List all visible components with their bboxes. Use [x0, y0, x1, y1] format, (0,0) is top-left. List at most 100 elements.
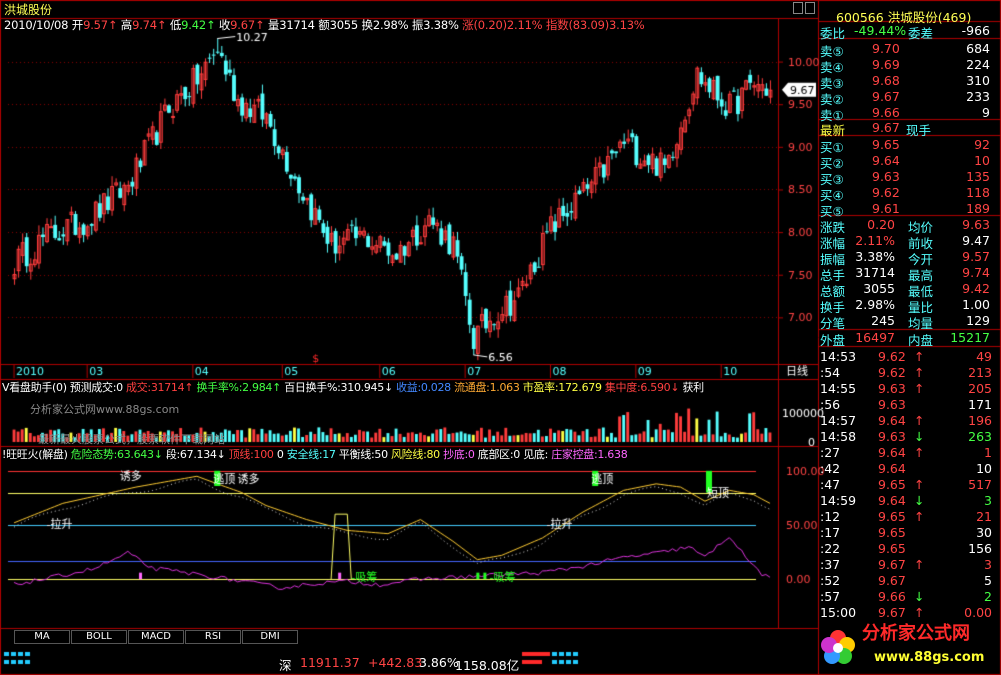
info-idx: (83.09) [568, 18, 610, 32]
status-change: +442.83 [368, 655, 423, 670]
indicator2-item: 庄家控盘:1.638 [551, 448, 628, 461]
weibi-row: 委比 -49.44% 委差 -966 [820, 23, 990, 41]
indicator2-item: 0 [276, 448, 287, 461]
tick-price: 9.67 [878, 557, 906, 572]
stat-val1: 3.38% [855, 249, 895, 264]
tick-price: 9.64 [878, 413, 906, 428]
tick-vol: 517 [968, 477, 992, 492]
stat-val2: 9.74 [962, 265, 990, 280]
tab-ma[interactable]: MA [14, 630, 70, 644]
tick-price: 9.64 [878, 461, 906, 476]
bid-row: 买④ 9.62 118 [820, 185, 990, 203]
indicator2-header[interactable]: !旺旺火(解盘) 危险态势:63.643↓ 段:67.134↓ 顶线:100 0… [2, 448, 628, 461]
ask-row: 卖⑤ 9.70 684 [820, 41, 990, 59]
bid-row: 买⑤ 9.61 189 [820, 201, 990, 219]
tab-dmi[interactable]: DMI [242, 630, 298, 644]
tick-price: 9.62 [878, 365, 906, 380]
tick-vol: 196 [968, 413, 992, 428]
tick-row: :52 9.67 5 [820, 573, 992, 589]
indicator2-item: 抄底:0 [443, 448, 478, 461]
tick-vol: 49 [976, 349, 992, 364]
indicator1-header[interactable]: V看盘助手(0) 预测成交:0 成交:31714↑ 换手率%:2.984↑ 百日… [2, 382, 704, 393]
tick-vol: 21 [976, 509, 992, 524]
indicator1-name[interactable]: V看盘助手(0) [2, 381, 70, 394]
outer-value: 16497 [855, 330, 895, 345]
stat-val1: 31714 [855, 265, 895, 280]
last-price: 9.67 [872, 120, 900, 135]
tick-time: 14:55 [820, 381, 857, 396]
tab-macd[interactable]: MACD [128, 630, 184, 644]
tick-arrow: ↑ [914, 509, 925, 524]
close-icon[interactable] [805, 2, 815, 14]
tick-vol: 10 [976, 461, 992, 476]
tick-row: 14:59 9.64 ↓ 3 [820, 493, 992, 509]
indicator2-item: 危险态势:63.643↓ [70, 448, 166, 461]
info-vol: 31714 [279, 18, 315, 32]
ask-row: 卖② 9.67 233 [820, 89, 990, 107]
status-pct: 3.86% [419, 655, 459, 670]
ask-vol: 224 [966, 57, 990, 72]
bid-row: 买② 9.64 10 [820, 153, 990, 171]
tick-vol: 30 [976, 525, 992, 540]
indicator1-item: 成交:31714↑ [126, 381, 197, 394]
info-bar: 2010/10/08 开9.57↑ 高9.74↑ 低9.42↑ 收9.67↑ 量… [4, 18, 645, 32]
indicator2-item: 顶线:100 [228, 448, 277, 461]
indicator2-name[interactable]: !旺旺火(解盘) [2, 448, 71, 461]
status-amount: 1158.08亿 [455, 658, 520, 673]
ask-vol: 684 [966, 41, 990, 56]
window-title: 洪城股份 [4, 3, 53, 17]
tick-price: 9.65 [878, 509, 906, 524]
weicha-value: -966 [961, 23, 990, 38]
indicator2-item: 安全线:17 [286, 448, 339, 461]
tick-row: 14:58 9.63 ↓ 263 [820, 429, 992, 445]
info-open: 9.57 [83, 18, 108, 32]
indicator2-item: 风险线:80 [390, 448, 444, 461]
stat-row: 涨幅 2.11% 前收 9.47 [820, 233, 990, 251]
tick-vol: 171 [968, 397, 992, 412]
tick-time: :37 [820, 557, 841, 572]
indicator2-item: 见底: [523, 448, 552, 461]
tick-price: 9.64 [878, 493, 906, 508]
indicator1-item: 集中度:6.590↓ [604, 381, 683, 394]
tick-price: 9.63 [878, 381, 906, 396]
outer-label: 外盘 [820, 333, 846, 348]
tick-row: :27 9.64 ↑ 1 [820, 445, 992, 461]
ask-row: 卖① 9.66 9 [820, 105, 990, 123]
restore-icon[interactable] [793, 2, 803, 14]
tick-row: :12 9.65 ↑ 21 [820, 509, 992, 525]
indicator1-item: 流通盘:1.063 [454, 381, 523, 394]
tick-vol: 5 [984, 573, 992, 588]
tick-row: :57 9.66 ↓ 2 [820, 589, 992, 605]
tab-rsi[interactable]: RSI [185, 630, 241, 644]
ask-vol: 310 [966, 73, 990, 88]
tick-row: :56 9.63 171 [820, 397, 992, 413]
indicator1-item: 百日换手%:310.945↓ [284, 381, 397, 394]
stat-row: 总额 3055 最低 9.42 [820, 281, 990, 299]
ask-vol: 233 [966, 89, 990, 104]
ask-row: 卖③ 9.68 310 [820, 73, 990, 91]
weibi-label: 委比 [820, 26, 846, 41]
last-row: 最新 9.67 现手 [820, 120, 990, 138]
indicator1-item: 收益:0.028 [396, 381, 455, 394]
tick-row: 14:57 9.64 ↑ 196 [820, 413, 992, 429]
tick-arrow: ↑ [914, 557, 925, 572]
stat-row: 换手 2.98% 量比 1.00 [820, 297, 990, 315]
tick-vol: 205 [968, 381, 992, 396]
tick-time: :12 [820, 509, 841, 524]
info-amt: 3055 [329, 18, 359, 32]
tab-boll[interactable]: BOLL [71, 630, 127, 644]
ask-price: 9.68 [872, 73, 900, 88]
info-low: 9.42 [181, 18, 206, 32]
bid-vol: 189 [966, 201, 990, 216]
bid-row: 买③ 9.63 135 [820, 169, 990, 187]
outer-inner-row: 外盘 16497 内盘 15217 [820, 330, 990, 348]
tick-arrow: ↑ [914, 365, 925, 380]
tick-vol: 1 [984, 445, 992, 460]
tick-arrow: ↓ [914, 493, 925, 508]
bid-price: 9.65 [872, 137, 900, 152]
bid-price: 9.64 [872, 153, 900, 168]
watermark-line2: 最新最火股票公式，股票软件下载网站 [38, 433, 225, 446]
tick-arrow: ↑ [914, 349, 925, 364]
ask-row: 卖④ 9.69 224 [820, 57, 990, 75]
window-controls[interactable] [791, 2, 817, 18]
